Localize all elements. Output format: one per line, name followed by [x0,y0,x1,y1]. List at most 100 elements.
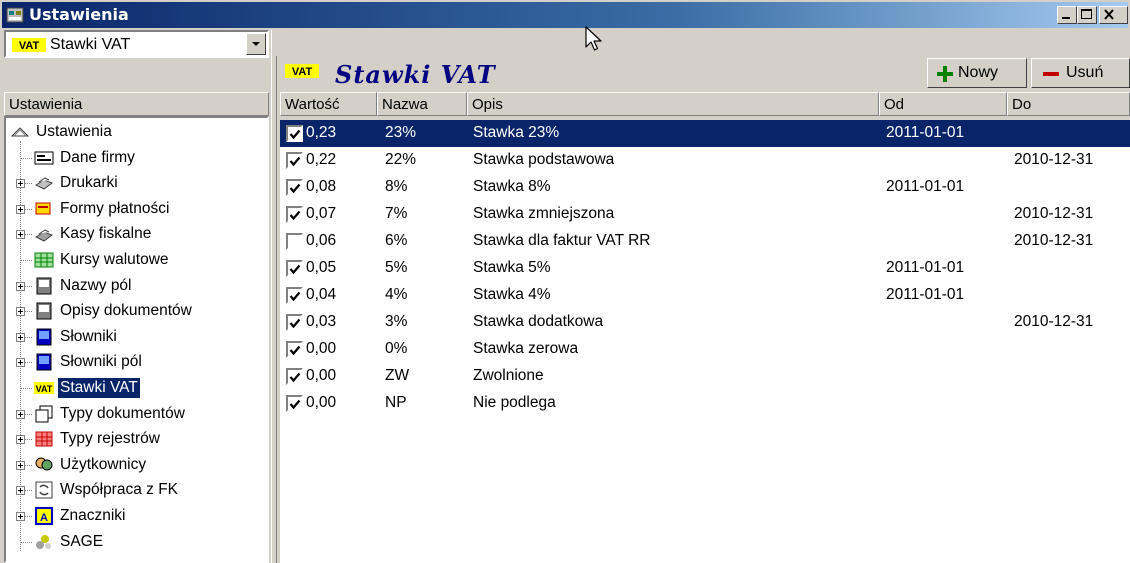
table-row[interactable]: 0,22 22% Stawka podstawowa 2010-12-31 [280,147,1130,174]
table-row[interactable]: 0,00 ZW Zwolnione [280,363,1130,390]
active-checkbox[interactable] [286,179,303,196]
active-checkbox[interactable] [286,368,303,385]
cell-name: 7% [385,205,408,222]
tree-item[interactable]: Opisy dokumentów [6,300,266,324]
tree-item-label: Nazwy pól [60,276,132,294]
expand-icon[interactable] [16,204,25,214]
tree-item[interactable]: VAT Stawki VAT [6,377,266,401]
active-checkbox[interactable] [286,233,303,250]
column-header-description[interactable]: Opis [467,92,879,116]
expand-icon[interactable] [16,409,25,419]
tree-item[interactable]: SAGE [6,531,266,555]
checkmark-icon [289,156,301,167]
field-names-icon [36,277,52,295]
cell-from: 2011-01-01 [886,286,965,303]
tree-item[interactable]: Drukarki [6,172,266,196]
checkmark-icon [289,210,301,221]
active-checkbox[interactable] [286,152,303,169]
table-row[interactable]: 0,00 0% Stawka zerowa [280,336,1130,363]
minimize-button[interactable] [1057,6,1077,24]
tree-connector [20,260,32,261]
expand-icon[interactable] [16,307,25,317]
cell-name: 8% [385,178,408,195]
table-row[interactable]: 0,04 4% Stawka 4% 2011-01-01 [280,282,1130,309]
cell-description: Stawka 8% [473,178,551,195]
dropdown-button[interactable] [246,33,266,55]
tree-item[interactable]: Ustawienia [6,121,266,145]
cell-description: Stawka zmniejszona [473,205,615,222]
checkmark-icon [289,183,301,194]
minimize-icon [1062,17,1070,19]
tree-item[interactable]: Słowniki pól [6,351,266,375]
cell-description: Stawka 5% [473,259,551,276]
active-checkbox[interactable] [286,395,303,412]
new-button[interactable]: Nowy [927,58,1027,88]
expand-icon[interactable] [16,435,25,445]
column-header-from[interactable]: Od [879,92,1007,116]
cell-name: 5% [385,259,408,276]
tree-item[interactable]: A Znaczniki [6,505,266,529]
root-icon [10,127,30,137]
column-header-to[interactable]: Do [1007,92,1130,116]
tree-item[interactable]: Formy płatności [6,198,266,222]
checkmark-icon [289,345,301,356]
tree-item-label: Dane firmy [60,148,135,166]
checkmark-icon [289,291,301,302]
fk-sync-icon [35,481,53,499]
section-select[interactable]: VAT Stawki VAT [4,30,269,58]
expand-icon[interactable] [16,332,25,342]
svg-text:A: A [40,512,48,524]
expand-icon[interactable] [16,179,25,189]
tree-item[interactable]: Współpraca z FK [6,479,266,503]
active-checkbox[interactable] [286,125,303,142]
maximize-button[interactable] [1077,6,1097,24]
cell-name: 4% [385,286,408,303]
active-checkbox[interactable] [286,206,303,223]
column-header-value[interactable]: Wartość [280,92,377,116]
expand-icon[interactable] [16,230,25,240]
tree-item-label: Formy płatności [60,199,170,217]
table-row[interactable]: 0,00 NP Nie podlega [280,390,1130,417]
tree-item[interactable]: Kursy walutowe [6,249,266,273]
settings-tree[interactable]: Ustawienia Dane firmy Drukarki Formy płatno… [4,116,269,563]
table-row[interactable]: 0,23 23% Stawka 23% 2011-01-01 [280,120,1130,147]
splitter[interactable] [271,30,272,563]
tree-item[interactable]: Słowniki [6,326,266,350]
table-row[interactable]: 0,05 5% Stawka 5% 2011-01-01 [280,255,1130,282]
tree-item-label: Słowniki [60,327,117,345]
active-checkbox[interactable] [286,260,303,277]
expand-icon[interactable] [16,358,25,368]
tree-item-label: Znaczniki [60,507,126,524]
cell-value: 0,04 [306,286,337,303]
active-checkbox[interactable] [286,341,303,358]
tree-item[interactable]: Kasy fiskalne [6,223,266,247]
mouse-cursor-icon [585,26,602,51]
table-row[interactable]: 0,07 7% Stawka zmniejszona 2010-12-31 [280,201,1130,228]
column-headers: Wartość Nazwa Opis Od Do [280,92,1130,116]
expand-icon[interactable] [16,460,25,470]
title-bar[interactable]: Ustawienia [2,2,1128,28]
active-checkbox[interactable] [286,314,303,331]
table-row[interactable]: 0,03 3% Stawka dodatkowa 2010-12-31 [280,309,1130,336]
cell-value: 0,08 [306,178,337,195]
vat-rates-table: 0,23 23% Stawka 23% 2011-01-01 0,22 22% Stawka… [280,120,1130,563]
cell-name: 22% [385,151,417,168]
close-button[interactable] [1099,6,1128,24]
expand-icon[interactable] [16,512,25,521]
table-row[interactable]: 0,06 6% Stawka dla faktur VAT RR 2010-12-31 [280,228,1130,255]
tree-item[interactable]: Użytkownicy [6,454,266,478]
expand-icon[interactable] [16,281,25,291]
tree-item[interactable]: Nazwy pól [6,275,266,299]
sage-icon [36,534,51,549]
table-row[interactable]: 0,08 8% Stawka 8% 2011-01-01 [280,174,1130,201]
tree-item[interactable]: Typy rejestrów [6,428,266,452]
tree-item[interactable]: Dane firmy [6,147,266,171]
checkmark-icon [289,318,301,329]
page-title: Stawki VAT [335,60,496,89]
tree-item[interactable]: Typy dokumentów [6,403,266,427]
active-checkbox[interactable] [286,287,303,304]
column-header-name[interactable]: Nazwa [377,92,467,116]
tree-item-label: Współpraca z FK [60,481,179,499]
delete-button[interactable]: Usuń [1031,58,1130,88]
expand-icon[interactable] [16,486,25,496]
